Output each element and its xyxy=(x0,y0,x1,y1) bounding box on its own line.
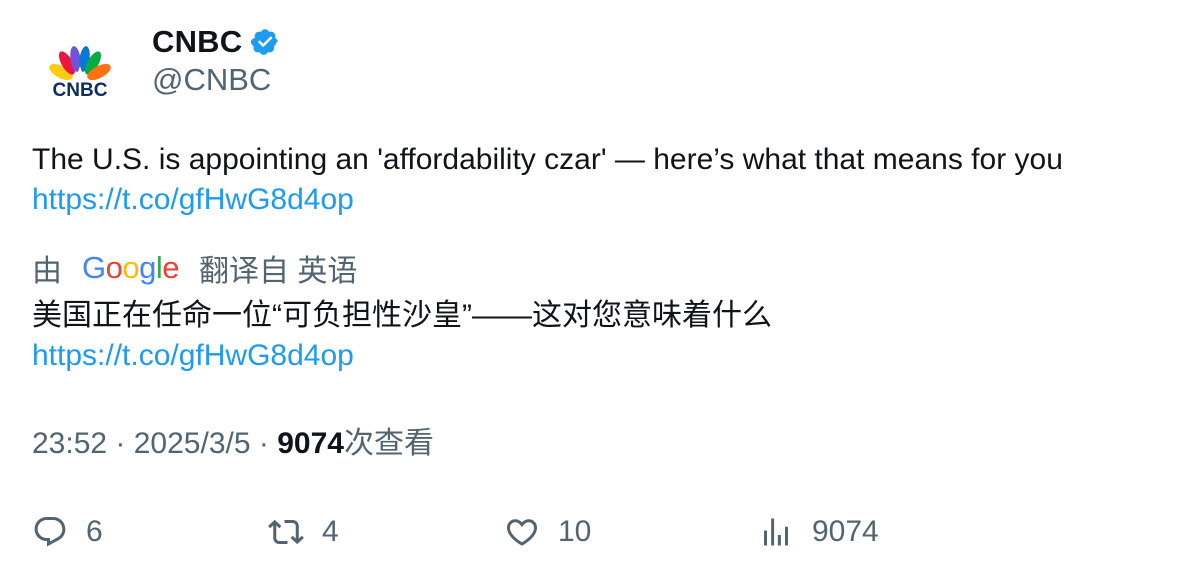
reply-button[interactable]: 6 xyxy=(32,508,103,556)
author-handle[interactable]: @CNBC xyxy=(152,62,271,98)
avatar-logo-text: CNBC xyxy=(53,80,108,101)
translation-suffix[interactable]: 翻译自 英语 xyxy=(199,246,357,290)
retweet-button[interactable]: 4 xyxy=(268,508,339,556)
tweet-meta: 23:52 · 2025/3/5 · 9074次查看 xyxy=(32,424,434,464)
translated-link[interactable]: https://t.co/gfHwG8d4op xyxy=(32,339,354,372)
reply-icon xyxy=(34,517,66,547)
cnbc-peacock-logo: CNBC xyxy=(32,30,128,126)
tweet-body: The U.S. is appointing an 'affordability… xyxy=(32,143,1063,176)
author-name-row: CNBC xyxy=(152,22,280,62)
like-button[interactable]: 10 xyxy=(504,508,591,556)
tweet-link[interactable]: https://t.co/gfHwG8d4op xyxy=(32,183,354,216)
verified-badge-icon[interactable] xyxy=(250,27,280,57)
retweet-count: 4 xyxy=(322,515,339,548)
views-count: 9074 xyxy=(277,427,344,460)
retweet-icon xyxy=(268,519,304,545)
meta-separator: · xyxy=(107,427,134,460)
translation-attribution: 由 Google 翻译自 英语 xyxy=(32,246,357,290)
translated-text: 美国正在任命一位“可负担性沙皇”——这对您意味着什么 https://t.co/… xyxy=(32,296,772,376)
views-button[interactable]: 9074 xyxy=(758,508,879,556)
avatar[interactable]: CNBC xyxy=(32,30,128,126)
tweet-date[interactable]: 2025/3/5 xyxy=(134,427,251,460)
views-action-count: 9074 xyxy=(812,515,879,548)
heart-icon xyxy=(506,519,538,546)
reply-count: 6 xyxy=(86,515,103,548)
meta-separator: · xyxy=(250,427,278,460)
action-bar: 6 4 10 9074 xyxy=(32,508,1172,556)
google-logo: Google xyxy=(82,250,180,285)
like-count: 10 xyxy=(558,515,592,548)
translated-body: 美国正在任命一位“可负担性沙皇”——这对您意味着什么 xyxy=(32,299,772,332)
author-display-name[interactable]: CNBC xyxy=(152,24,242,60)
tweet-text: The U.S. is appointing an 'affordability… xyxy=(32,140,1063,220)
views-label: 次查看 xyxy=(343,427,434,460)
views-chart-icon xyxy=(764,518,788,546)
translation-prefix: 由 xyxy=(32,255,62,288)
tweet-time[interactable]: 23:52 xyxy=(32,427,107,460)
